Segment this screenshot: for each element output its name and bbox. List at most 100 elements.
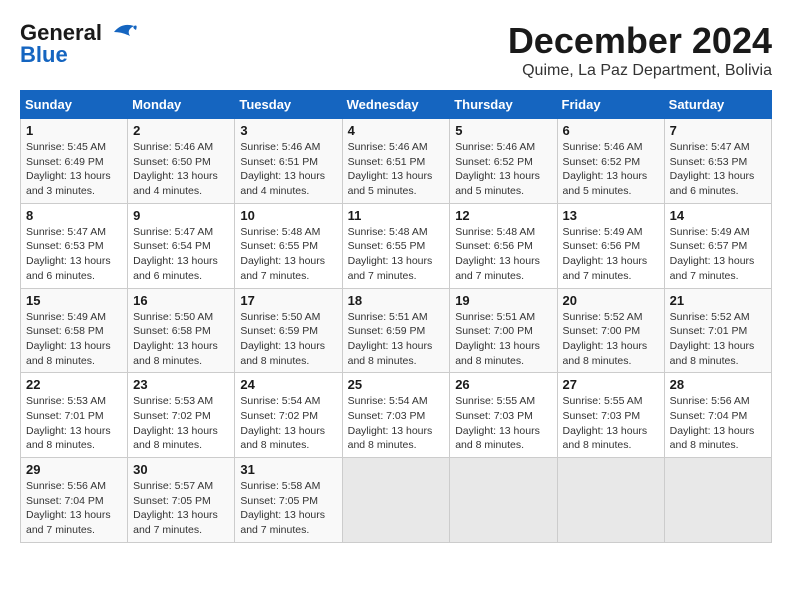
day-info: Sunrise: 5:45 AM Sunset: 6:49 PM Dayligh… [26, 140, 122, 199]
day-number: 3 [240, 123, 336, 138]
day-number: 12 [455, 208, 551, 223]
day-info: Sunrise: 5:51 AM Sunset: 6:59 PM Dayligh… [348, 310, 445, 369]
calendar-cell: 5 Sunrise: 5:46 AM Sunset: 6:52 PM Daylig… [450, 119, 557, 204]
day-info: Sunrise: 5:56 AM Sunset: 7:04 PM Dayligh… [670, 394, 766, 453]
day-info: Sunrise: 5:47 AM Sunset: 6:53 PM Dayligh… [26, 225, 122, 284]
calendar-day-header: Thursday [450, 91, 557, 119]
day-number: 6 [563, 123, 659, 138]
day-info: Sunrise: 5:49 AM Sunset: 6:57 PM Dayligh… [670, 225, 766, 284]
day-number: 8 [26, 208, 122, 223]
calendar-cell: 9 Sunrise: 5:47 AM Sunset: 6:54 PM Daylig… [128, 203, 235, 288]
calendar-cell: 1Sunrise: 5:45 AM Sunset: 6:49 PM Daylig… [21, 119, 128, 204]
day-info: Sunrise: 5:46 AM Sunset: 6:52 PM Dayligh… [455, 140, 551, 199]
page-header: General Blue December 2024 Quime, La Paz… [20, 20, 772, 80]
day-number: 30 [133, 462, 229, 477]
calendar-cell: 19 Sunrise: 5:51 AM Sunset: 7:00 PM Dayli… [450, 288, 557, 373]
day-info: Sunrise: 5:50 AM Sunset: 6:58 PM Dayligh… [133, 310, 229, 369]
day-number: 26 [455, 377, 551, 392]
calendar-cell: 14 Sunrise: 5:49 AM Sunset: 6:57 PM Dayli… [664, 203, 771, 288]
calendar-cell: 8 Sunrise: 5:47 AM Sunset: 6:53 PM Daylig… [21, 203, 128, 288]
calendar-cell: 30 Sunrise: 5:57 AM Sunset: 7:05 PM Dayli… [128, 458, 235, 543]
calendar-cell: 2 Sunrise: 5:46 AM Sunset: 6:50 PM Daylig… [128, 119, 235, 204]
day-number: 16 [133, 293, 229, 308]
day-info: Sunrise: 5:47 AM Sunset: 6:54 PM Dayligh… [133, 225, 229, 284]
day-info: Sunrise: 5:58 AM Sunset: 7:05 PM Dayligh… [240, 479, 336, 538]
day-info: Sunrise: 5:49 AM Sunset: 6:56 PM Dayligh… [563, 225, 659, 284]
calendar-cell: 24 Sunrise: 5:54 AM Sunset: 7:02 PM Dayli… [235, 373, 342, 458]
day-info: Sunrise: 5:52 AM Sunset: 7:00 PM Dayligh… [563, 310, 659, 369]
page-subtitle: Quime, La Paz Department, Bolivia [508, 62, 772, 80]
calendar-table: SundayMondayTuesdayWednesdayThursdayFrid… [20, 90, 772, 543]
day-number: 4 [348, 123, 445, 138]
calendar-cell: 23 Sunrise: 5:53 AM Sunset: 7:02 PM Dayli… [128, 373, 235, 458]
logo-bird-icon [106, 22, 138, 44]
day-number: 10 [240, 208, 336, 223]
day-info: Sunrise: 5:54 AM Sunset: 7:02 PM Dayligh… [240, 394, 336, 453]
day-info: Sunrise: 5:48 AM Sunset: 6:55 PM Dayligh… [348, 225, 445, 284]
day-info: Sunrise: 5:54 AM Sunset: 7:03 PM Dayligh… [348, 394, 445, 453]
day-number: 28 [670, 377, 766, 392]
calendar-cell: 22 Sunrise: 5:53 AM Sunset: 7:01 PM Dayli… [21, 373, 128, 458]
day-number: 29 [26, 462, 122, 477]
day-number: 31 [240, 462, 336, 477]
day-info: Sunrise: 5:51 AM Sunset: 7:00 PM Dayligh… [455, 310, 551, 369]
day-info: Sunrise: 5:49 AM Sunset: 6:58 PM Dayligh… [26, 310, 122, 369]
calendar-cell: 4 Sunrise: 5:46 AM Sunset: 6:51 PM Daylig… [342, 119, 450, 204]
calendar-cell: 27Sunrise: 5:55 AM Sunset: 7:03 PM Dayli… [557, 373, 664, 458]
day-number: 22 [26, 377, 122, 392]
calendar-week-row: 15Sunrise: 5:49 AM Sunset: 6:58 PM Dayli… [21, 288, 772, 373]
calendar-cell: 17Sunrise: 5:50 AM Sunset: 6:59 PM Dayli… [235, 288, 342, 373]
day-info: Sunrise: 5:53 AM Sunset: 7:02 PM Dayligh… [133, 394, 229, 453]
calendar-week-row: 8 Sunrise: 5:47 AM Sunset: 6:53 PM Daylig… [21, 203, 772, 288]
calendar-cell: 7 Sunrise: 5:47 AM Sunset: 6:53 PM Daylig… [664, 119, 771, 204]
calendar-cell: 11Sunrise: 5:48 AM Sunset: 6:55 PM Dayli… [342, 203, 450, 288]
calendar-cell [450, 458, 557, 543]
day-info: Sunrise: 5:46 AM Sunset: 6:50 PM Dayligh… [133, 140, 229, 199]
day-info: Sunrise: 5:46 AM Sunset: 6:51 PM Dayligh… [348, 140, 445, 199]
calendar-cell: 18Sunrise: 5:51 AM Sunset: 6:59 PM Dayli… [342, 288, 450, 373]
day-info: Sunrise: 5:55 AM Sunset: 7:03 PM Dayligh… [455, 394, 551, 453]
day-number: 24 [240, 377, 336, 392]
calendar-cell: 10Sunrise: 5:48 AM Sunset: 6:55 PM Dayli… [235, 203, 342, 288]
calendar-cell: 21 Sunrise: 5:52 AM Sunset: 7:01 PM Dayli… [664, 288, 771, 373]
day-number: 23 [133, 377, 229, 392]
day-number: 19 [455, 293, 551, 308]
calendar-cell: 3 Sunrise: 5:46 AM Sunset: 6:51 PM Daylig… [235, 119, 342, 204]
title-block: December 2024 Quime, La Paz Department, … [508, 20, 772, 80]
calendar-cell: 16 Sunrise: 5:50 AM Sunset: 6:58 PM Dayli… [128, 288, 235, 373]
calendar-week-row: 29 Sunrise: 5:56 AM Sunset: 7:04 PM Dayli… [21, 458, 772, 543]
day-number: 2 [133, 123, 229, 138]
day-info: Sunrise: 5:47 AM Sunset: 6:53 PM Dayligh… [670, 140, 766, 199]
calendar-day-header: Wednesday [342, 91, 450, 119]
calendar-cell: 26 Sunrise: 5:55 AM Sunset: 7:03 PM Dayli… [450, 373, 557, 458]
calendar-cell [557, 458, 664, 543]
day-info: Sunrise: 5:53 AM Sunset: 7:01 PM Dayligh… [26, 394, 122, 453]
day-number: 5 [455, 123, 551, 138]
day-number: 21 [670, 293, 766, 308]
day-info: Sunrise: 5:46 AM Sunset: 6:51 PM Dayligh… [240, 140, 336, 199]
day-number: 9 [133, 208, 229, 223]
calendar-cell: 12 Sunrise: 5:48 AM Sunset: 6:56 PM Dayli… [450, 203, 557, 288]
day-info: Sunrise: 5:50 AM Sunset: 6:59 PM Dayligh… [240, 310, 336, 369]
calendar-day-header: Sunday [21, 91, 128, 119]
calendar-header-row: SundayMondayTuesdayWednesdayThursdayFrid… [21, 91, 772, 119]
day-number: 14 [670, 208, 766, 223]
calendar-cell: 31 Sunrise: 5:58 AM Sunset: 7:05 PM Dayli… [235, 458, 342, 543]
day-info: Sunrise: 5:52 AM Sunset: 7:01 PM Dayligh… [670, 310, 766, 369]
day-info: Sunrise: 5:55 AM Sunset: 7:03 PM Dayligh… [563, 394, 659, 453]
day-info: Sunrise: 5:48 AM Sunset: 6:56 PM Dayligh… [455, 225, 551, 284]
day-info: Sunrise: 5:56 AM Sunset: 7:04 PM Dayligh… [26, 479, 122, 538]
day-number: 7 [670, 123, 766, 138]
calendar-cell: 20Sunrise: 5:52 AM Sunset: 7:00 PM Dayli… [557, 288, 664, 373]
page-title: December 2024 [508, 20, 772, 62]
calendar-cell: 25 Sunrise: 5:54 AM Sunset: 7:03 PM Dayli… [342, 373, 450, 458]
calendar-day-header: Saturday [664, 91, 771, 119]
day-number: 25 [348, 377, 445, 392]
day-info: Sunrise: 5:57 AM Sunset: 7:05 PM Dayligh… [133, 479, 229, 538]
calendar-cell: 6Sunrise: 5:46 AM Sunset: 6:52 PM Daylig… [557, 119, 664, 204]
calendar-cell [664, 458, 771, 543]
calendar-cell: 29 Sunrise: 5:56 AM Sunset: 7:04 PM Dayli… [21, 458, 128, 543]
calendar-day-header: Friday [557, 91, 664, 119]
day-number: 13 [563, 208, 659, 223]
calendar-cell [342, 458, 450, 543]
